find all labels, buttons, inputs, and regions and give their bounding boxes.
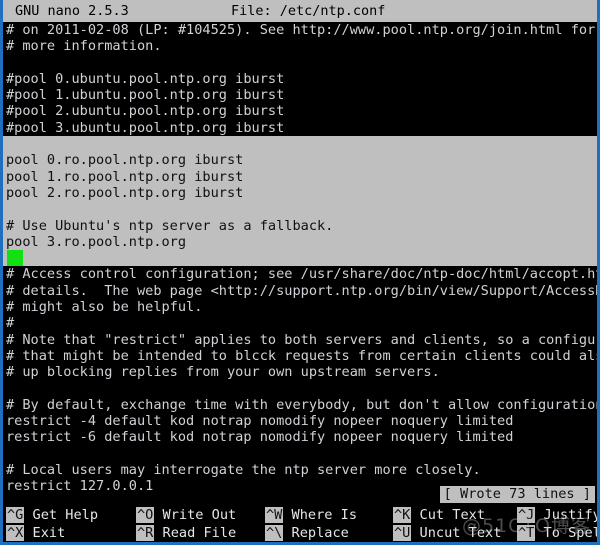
editor-line: #pool 1.ubuntu.pool.ntp.org iburst xyxy=(6,87,285,104)
shortcut-key: ^U xyxy=(393,525,412,541)
file-path-label: File: /etc/ntp.conf xyxy=(231,3,386,19)
editor-line: #pool 2.ubuntu.pool.ntp.org iburst xyxy=(6,103,285,120)
editor-text-area[interactable]: # on 2011-02-08 (LP: #104525). See http:… xyxy=(3,22,600,500)
shortcut-label: Cut Text xyxy=(411,507,486,523)
editor-line: pool 2.ro.pool.ntp.org iburst xyxy=(3,184,597,202)
shortcut-key: ^R xyxy=(136,525,155,541)
shortcut-item[interactable]: ^K Cut Text xyxy=(393,506,485,524)
shortcut-row-top: ^G Get Help ^O Write Out ^W Where Is ^K Cut… xyxy=(3,506,600,524)
shortcut-label: Read File xyxy=(154,525,237,541)
editor-line: # on 2011-02-08 (LP: #104525). See http:… xyxy=(6,22,596,38)
editor-line: #pool 0.ubuntu.pool.ntp.org iburst xyxy=(6,70,285,87)
shortcut-key: ^K xyxy=(393,507,412,523)
shortcut-item[interactable]: ^U Uncut Text xyxy=(393,524,501,542)
shortcut-key: ^X xyxy=(6,525,25,541)
status-message: [ Wrote 73 lines ] xyxy=(439,486,595,503)
shortcut-label: Justify xyxy=(535,507,600,523)
editor-line: # up blocking replies from your own upst… xyxy=(6,364,440,381)
editor-line: # that might be intended to blcck reques… xyxy=(6,347,600,364)
editor-line: # xyxy=(6,315,15,332)
editor-line: pool 0.ro.pool.ntp.org iburst xyxy=(3,152,597,169)
shortcut-row-bottom: ^X Exit ^R Read File ^\ Replace ^U Uncut Te… xyxy=(3,524,597,542)
shortcut-key: ^G xyxy=(6,507,25,523)
shortcut-key: ^W xyxy=(265,507,284,523)
editor-line: # details. The web page <http://support.… xyxy=(6,282,600,299)
editor-line: # By default, exchange time with everybo… xyxy=(6,396,600,413)
shortcut-help-bar: ^G Get Help ^O Write Out ^W Where Is ^K Cut… xyxy=(3,506,600,542)
shortcut-item[interactable]: ^O Write Out xyxy=(136,506,236,524)
editor-line: # more information. xyxy=(6,38,162,55)
shortcut-item[interactable]: ^R Read File xyxy=(136,524,236,542)
text-cursor xyxy=(7,250,23,267)
shortcut-key: ^\ xyxy=(265,525,284,541)
shortcut-item[interactable]: ^G Get Help xyxy=(6,506,98,524)
editor-line: #pool 3.ubuntu.pool.ntp.org iburst xyxy=(6,119,285,136)
shortcut-key: ^O xyxy=(136,507,155,523)
shortcut-label: Uncut Text xyxy=(411,525,502,541)
shortcut-label: Write Out xyxy=(154,507,237,523)
shortcut-label: Where Is xyxy=(283,507,358,523)
shortcut-item[interactable]: ^T To Spell xyxy=(517,524,597,542)
editor-line: restrict -6 default kod notrap nomodify … xyxy=(6,429,514,446)
editor-line: # Local users may interrogate the ntp se… xyxy=(6,462,481,479)
nano-editor-window: GNU nano 2.5.3 File: /etc/ntp.conf # on … xyxy=(0,0,600,545)
shortcut-item[interactable]: ^\ Replace xyxy=(265,524,349,542)
shortcut-key: ^T xyxy=(517,525,536,541)
editor-line xyxy=(3,136,597,153)
title-bar: GNU nano 2.5.3 File: /etc/ntp.conf xyxy=(3,0,597,22)
editor-line xyxy=(3,201,597,218)
shortcut-item[interactable]: ^X Exit xyxy=(6,524,65,542)
shortcut-label: Exit xyxy=(24,525,66,541)
shortcut-label: To Spell xyxy=(543,525,597,541)
shortcut-item[interactable]: ^W Where Is xyxy=(265,506,357,524)
editor-line: # Access control configuration; see /usr… xyxy=(6,266,600,283)
shortcut-item[interactable]: ^J Justify xyxy=(517,506,600,524)
shortcut-label: Get Help xyxy=(24,507,99,523)
editor-line: pool 3.ro.pool.ntp.org xyxy=(3,233,597,251)
app-version-label: GNU nano 2.5.3 xyxy=(15,3,129,19)
editor-line: # might also be helpful. xyxy=(6,299,203,316)
editor-line: restrict -4 default kod notrap nomodify … xyxy=(6,413,514,430)
editor-cursor-line xyxy=(3,250,597,267)
editor-line: pool 1.ro.pool.ntp.org iburst xyxy=(3,168,597,185)
shortcut-key: ^J xyxy=(517,507,536,523)
editor-line: # Note that "restrict" applies to both s… xyxy=(6,331,600,348)
editor-line: # Use Ubuntu's ntp server as a fallback. xyxy=(3,217,597,234)
shortcut-label: Replace xyxy=(283,525,349,541)
